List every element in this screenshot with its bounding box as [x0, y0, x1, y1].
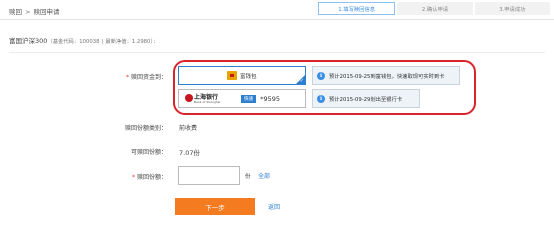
info-icon: i — [317, 94, 325, 103]
header-divider — [0, 19, 554, 20]
available-shares-value: 7.07份 — [179, 149, 200, 157]
redeem-to-label: * 赎回资金到： — [125, 74, 167, 81]
fund-nav: 最新净值：1.2980 — [105, 39, 151, 45]
fund-close-paren: ）： — [150, 39, 159, 45]
available-shares-label: 可赎回份额： — [130, 149, 167, 156]
step-fill-info: 1.填写赎回信息 — [318, 2, 396, 15]
breadcrumb-root[interactable]: 赎回 — [9, 8, 22, 16]
redeem-amount-label: * 赎回份额： — [131, 174, 167, 181]
step-success: 3.申请成功 — [474, 2, 550, 15]
bank-option-name: 富钱包 — [240, 73, 257, 80]
back-link[interactable]: 返回 — [268, 202, 280, 211]
bank-option-shanghai-bank[interactable]: 上海银行 Bank of Shanghai 快速 *9595 — [178, 89, 306, 108]
fund-pipe: | — [101, 39, 104, 45]
bank-option-fuqianbao[interactable]: 富钱包 ✓ — [178, 66, 306, 85]
next-step-button[interactable]: 下一步 — [175, 198, 255, 215]
arrival-info-text: 预计2015-09-29划出至银行卡 — [329, 96, 403, 103]
fuqianbao-logo-icon — [227, 71, 237, 80]
arrival-info-text: 预计2015-09-25到富钱包，快速取现可实时到卡 — [329, 73, 445, 80]
bank-of-shanghai-logo: 上海银行 Bank of Shanghai — [184, 92, 231, 105]
info-icon: i — [317, 71, 325, 80]
redeem-all-link[interactable]: 全部 — [258, 171, 270, 180]
share-type-value: 前收费 — [179, 125, 198, 132]
breadcrumb-current: 赎回申请 — [33, 8, 60, 16]
breadcrumb-separator: > — [25, 8, 31, 16]
breadcrumb: 赎回 > 赎回申请 — [9, 6, 59, 16]
fund-info: 富国沪深300（基金代码：100038 | 最新净值：1.2980）： — [9, 35, 158, 45]
fast-badge: 快速 — [241, 94, 257, 103]
amount-unit: 份 — [245, 174, 251, 180]
fund-code: 基金代码：100038 — [52, 39, 100, 45]
bank-of-shanghai-mark-icon — [185, 94, 193, 102]
redeem-amount-input[interactable] — [178, 166, 240, 185]
share-type-label: 赎回份额类别： — [124, 125, 167, 132]
section-divider — [9, 52, 545, 53]
card-number-tail: *9595 — [260, 94, 280, 103]
check-icon: ✓ — [299, 78, 304, 84]
arrival-info-shanghai-bank: i 预计2015-09-29划出至银行卡 — [312, 89, 420, 108]
arrival-info-fuqianbao: i 预计2015-09-25到富钱包，快速取现可实时到卡 — [312, 66, 460, 85]
fund-name: 富国沪深300 — [9, 37, 48, 45]
progress-steps: 1.填写赎回信息 2.确认申请 3.申请成功 — [318, 2, 550, 15]
step-confirm: 2.确认申请 — [397, 2, 473, 15]
